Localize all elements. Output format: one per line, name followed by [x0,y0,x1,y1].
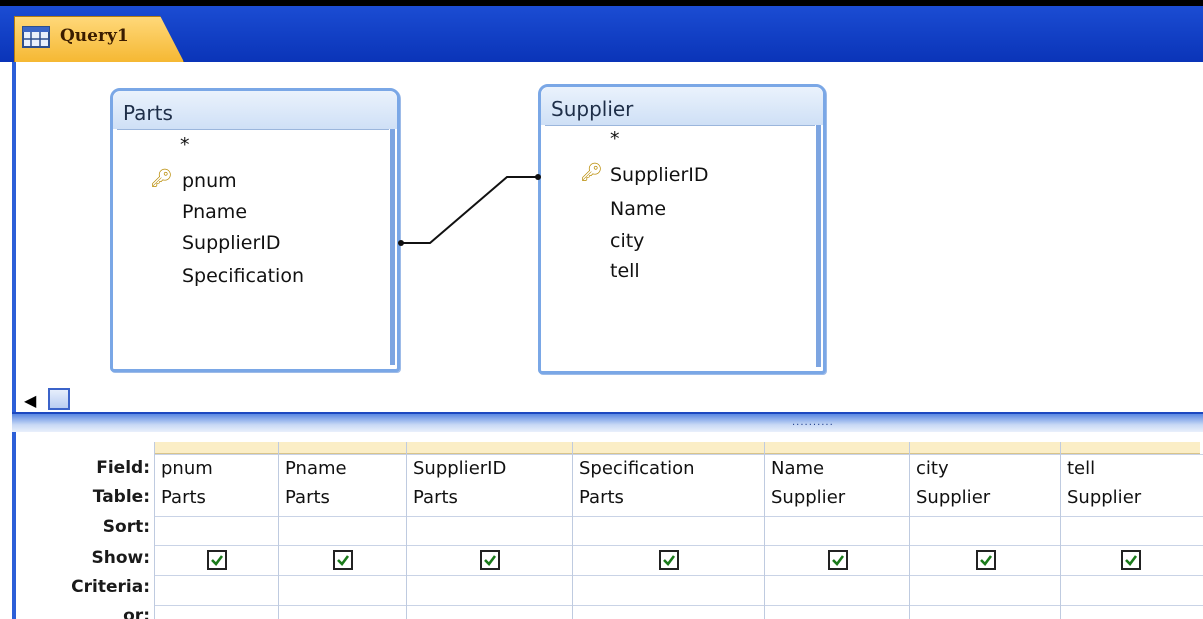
field-item[interactable]: Pname [182,201,247,223]
arrow-left-icon[interactable]: ◀ [24,391,36,410]
window-edge [0,62,12,619]
field-item[interactable]: tell [610,260,640,282]
column-selector[interactable] [765,442,909,454]
field-item[interactable]: pnum [182,170,237,192]
row-label-or: or: [123,606,150,619]
table-cell[interactable]: Supplier [916,487,990,508]
table-cell[interactable]: Parts [413,487,458,508]
splitter-grip[interactable]: .......... [792,417,834,428]
row-label-field: Field: [96,458,150,478]
field-cell[interactable]: Specification [579,458,695,479]
scroll-thumb[interactable] [48,388,70,410]
table-cell[interactable]: Parts [285,487,330,508]
row-label-show: Show: [91,548,150,568]
table-cell[interactable]: Supplier [771,487,845,508]
checkbox-checked-icon[interactable] [207,550,227,570]
row-label-sort: Sort: [102,517,150,537]
checkbox-checked-icon[interactable] [480,550,500,570]
row-label-criteria: Criteria: [71,577,150,597]
grid-column[interactable]: Specification Parts [572,442,764,619]
row-label-table: Table: [92,487,150,507]
field-item[interactable]: Name [610,198,666,220]
query-icon [22,26,50,48]
relationship-line[interactable] [395,170,545,250]
column-selector[interactable] [573,442,764,454]
checkbox-checked-icon[interactable] [659,550,679,570]
column-selector[interactable] [155,442,278,454]
grid-column[interactable]: Pname Parts [278,442,406,619]
field-item[interactable]: SupplierID [610,164,709,186]
field-cell[interactable]: SupplierID [413,458,506,479]
design-hscrollbar[interactable]: ◀ [24,388,84,410]
checkbox-checked-icon[interactable] [828,550,848,570]
column-selector[interactable] [910,442,1060,454]
table-title-parts[interactable]: Parts [113,91,397,129]
field-cell[interactable]: pnum [161,458,213,479]
checkbox-checked-icon[interactable] [1121,550,1141,570]
field-cell[interactable]: tell [1067,458,1095,479]
field-list-scrollbar[interactable] [816,125,821,367]
field-cell[interactable]: Name [771,458,824,479]
key-icon: 🔑︎ [580,162,603,183]
grid-column[interactable]: tell Supplier [1060,442,1200,619]
column-selector[interactable] [1061,442,1200,454]
grid-column[interactable]: Name Supplier [764,442,909,619]
tab-label: Query1 [60,26,129,46]
title-bar [0,0,1203,62]
column-selector[interactable] [279,442,406,454]
checkbox-checked-icon[interactable] [333,550,353,570]
field-cell[interactable]: city [916,458,949,479]
table-cell[interactable]: Supplier [1067,487,1141,508]
field-item[interactable]: * [610,128,620,150]
field-item[interactable]: * [180,134,190,156]
table-title-supplier[interactable]: Supplier [541,87,823,125]
column-selector[interactable] [407,442,572,454]
table-window-parts[interactable]: Parts [110,88,400,372]
field-item[interactable]: Specification [182,265,304,287]
table-window-supplier[interactable]: Supplier [538,84,826,374]
field-item[interactable]: SupplierID [182,232,281,254]
checkbox-checked-icon[interactable] [976,550,996,570]
field-item[interactable]: city [610,230,644,252]
pane-splitter[interactable]: .......... [12,412,1203,432]
grid-column[interactable]: city Supplier [909,442,1060,619]
field-cell[interactable]: Pname [285,458,347,479]
table-cell[interactable]: Parts [161,487,206,508]
grid-column[interactable]: SupplierID Parts [406,442,572,619]
grid-column[interactable]: pnum Parts [154,442,278,619]
table-cell[interactable]: Parts [579,487,624,508]
key-icon: 🔑︎ [150,168,173,189]
